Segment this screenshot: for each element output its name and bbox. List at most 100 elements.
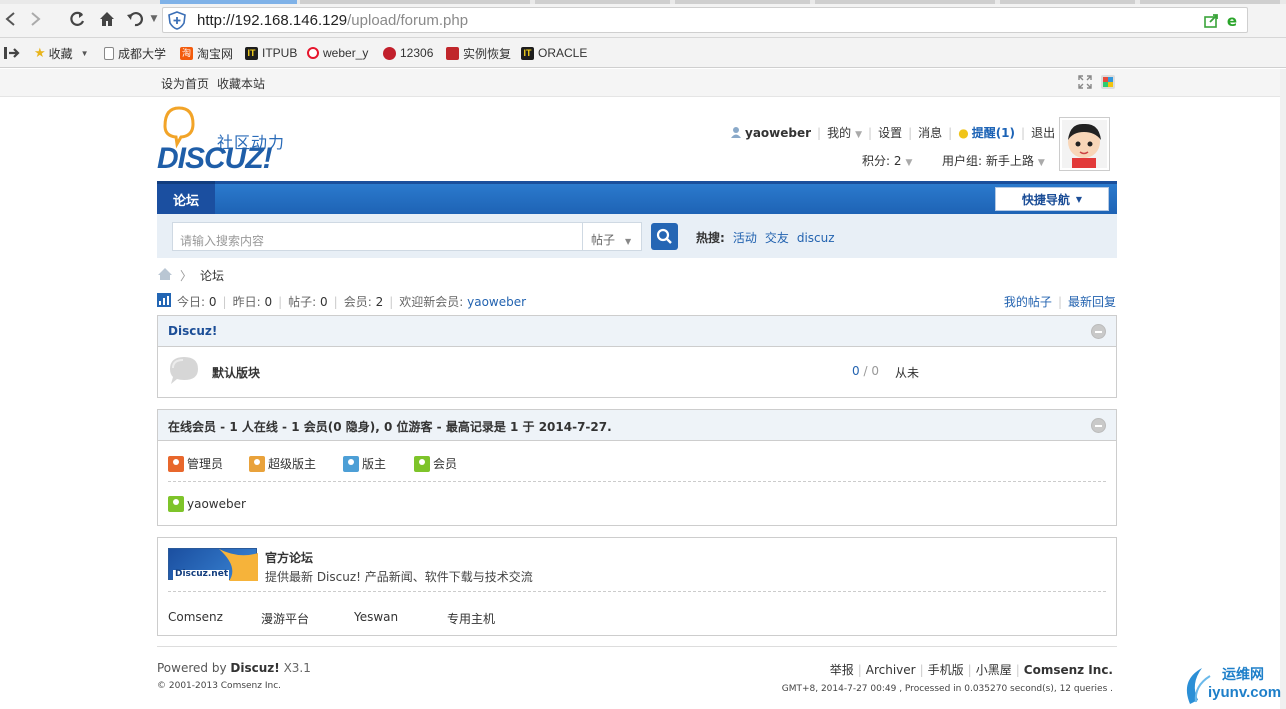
bookmark-weibo[interactable]: weber_y [307, 45, 368, 61]
forum-name-link[interactable]: 默认版块 [212, 364, 260, 381]
user-credits[interactable]: 积分: 2 ▼ [862, 152, 912, 169]
collapse-icon[interactable] [1091, 324, 1106, 339]
online-members-box: 在线会员 - 1 人在线 - 1 会员(0 隐身), 0 位游客 - 最高记录是… [157, 409, 1117, 526]
comsenz-link[interactable]: Comsenz Inc. [1024, 663, 1113, 677]
bookmark-taobao[interactable]: 淘淘宝网 [180, 45, 233, 61]
category-header: Discuz! [158, 316, 1116, 347]
bookmark-site-link[interactable]: 收藏本站 [217, 75, 265, 92]
caret-down-icon: ▼ [1075, 194, 1083, 204]
text-link-yeswan[interactable]: Yeswan [354, 610, 398, 624]
bookmark-favorites[interactable]: ★ 收藏 ▼ [34, 45, 89, 61]
page-top-toolbar: 设为首页 收藏本站 [0, 69, 1286, 97]
stats-yesterday: 0 [264, 294, 273, 309]
home-icon[interactable] [97, 9, 117, 29]
latest-replies-link[interactable]: 最新回复 [1068, 295, 1116, 309]
collapse-icon[interactable] [1091, 418, 1106, 433]
shield-bookmark-icon [446, 46, 459, 60]
bookmark-instance-recovery[interactable]: 实例恢复 [446, 45, 511, 61]
scrollbar[interactable] [1280, 69, 1286, 709]
bookmark-itpub[interactable]: IT ITPUB [245, 45, 297, 61]
set-homepage-link[interactable]: 设为首页 [161, 75, 209, 92]
category-title[interactable]: Discuz! [168, 324, 217, 338]
divider [168, 481, 1106, 482]
active-tab-indicator[interactable] [160, 0, 297, 4]
refresh-icon[interactable] [67, 9, 87, 29]
text-link-manyou[interactable]: 漫游平台 [261, 610, 309, 627]
undo-dropdown-icon[interactable]: ▼ [144, 9, 164, 29]
bookmark-chengdu-university[interactable]: 成都大学 [104, 45, 166, 61]
divider [168, 591, 1106, 592]
discuz-net-banner[interactable]: Discuz.net [168, 548, 258, 581]
copyright: © 2001-2013 Comsenz Inc. [157, 681, 282, 691]
user-group[interactable]: 用户组: 新手上路 ▼ [942, 152, 1045, 169]
my-menu[interactable]: 我的 ▼ [827, 126, 862, 140]
online-title[interactable]: 在线会员 - 1 人在线 - 1 会员(0 隐身), 0 位游客 - 最高记录是… [168, 418, 612, 435]
member-icon [414, 455, 430, 472]
mobile-link[interactable]: 手机版 [928, 663, 964, 677]
search-bar: 请输入搜索内容 帖子 ▼ 热搜: 活动 交友 discuz [157, 214, 1117, 258]
official-forum-link[interactable]: 官方论坛 [265, 549, 313, 566]
my-links: 我的帖子 | 最新回复 [1003, 295, 1116, 309]
online-member-entry[interactable]: yaoweber [168, 496, 246, 512]
hot-term-activity[interactable]: 活动 [733, 231, 757, 245]
share-icon[interactable] [1204, 13, 1219, 31]
stats-members-label: 会员: [343, 295, 372, 309]
forum-last-post: 从未 [895, 366, 920, 380]
sidebar-toggle-icon[interactable] [4, 45, 20, 61]
bookmark-12306[interactable]: 12306 [383, 45, 433, 61]
tab[interactable] [1140, 0, 1280, 4]
admin-user-icon [168, 455, 184, 472]
text-link-dedicated-host[interactable]: 专用主机 [447, 610, 495, 627]
reminders-link[interactable]: 提醒(1) [972, 126, 1015, 140]
tab[interactable] [535, 0, 670, 4]
footer-right: 举报 | Archiver | 手机版 | 小黑屋 | Comsenz Inc. GMT+8, … [782, 661, 1113, 694]
archiver-link[interactable]: Archiver [866, 663, 916, 677]
site-logo[interactable]: 社区动力 DISCUZ! [157, 106, 292, 176]
text-link-comsenz[interactable]: Comsenz [168, 610, 223, 624]
search-input[interactable]: 请输入搜索内容 [172, 222, 584, 251]
messages-link[interactable]: 消息 [918, 126, 942, 140]
hot-term-discuz[interactable]: discuz [797, 231, 835, 245]
legend-admin: 管理员 [168, 455, 223, 472]
fullscreen-icon[interactable] [1078, 75, 1092, 92]
home-breadcrumb-icon[interactable] [157, 267, 173, 284]
hot-term-friends[interactable]: 交友 [765, 231, 789, 245]
blacklist-link[interactable]: 小黑屋 [976, 663, 1012, 677]
bookmark-oracle[interactable]: IT ORACLE [521, 45, 587, 61]
footer-links: 举报 | Archiver | 手机版 | 小黑屋 | Comsenz Inc. [829, 663, 1113, 677]
ie-compat-icon[interactable]: e [1227, 12, 1237, 30]
online-member-link[interactable]: yaoweber [187, 497, 246, 511]
quick-nav-button[interactable]: 快捷导航 ▼ [995, 187, 1109, 211]
tab[interactable] [1000, 0, 1135, 4]
legend-member: 会员 [414, 455, 457, 472]
online-header: 在线会员 - 1 人在线 - 1 会员(0 隐身), 0 位游客 - 最高记录是… [158, 410, 1116, 441]
tab[interactable] [300, 0, 530, 4]
tab-strip [0, 0, 1286, 4]
railway-icon [383, 46, 396, 60]
url-text[interactable]: http://192.168.146.129/upload/forum.php [197, 12, 468, 29]
nav-forum-tab[interactable]: 论坛 [157, 181, 215, 214]
back-icon[interactable] [0, 9, 20, 29]
avatar[interactable] [1059, 117, 1110, 171]
search-type-select[interactable]: 帖子 ▼ [582, 222, 642, 251]
report-link[interactable]: 举报 [830, 663, 854, 677]
my-posts-link[interactable]: 我的帖子 [1004, 295, 1052, 309]
logout-link[interactable]: 退出 [1031, 126, 1055, 140]
undo-icon[interactable] [125, 9, 145, 29]
powered-by: Powered by Discuz! X3.1 [157, 661, 311, 675]
footer-divider [157, 646, 1117, 647]
weibo-icon [307, 47, 319, 59]
tab[interactable] [675, 0, 810, 4]
breadcrumb-current: 论坛 [200, 269, 225, 283]
address-bar[interactable]: http://192.168.146.129/upload/forum.php … [162, 7, 1248, 33]
forward-icon[interactable] [26, 9, 46, 29]
shield-icon [167, 11, 187, 33]
theme-color-icon[interactable] [1101, 75, 1115, 92]
settings-link[interactable]: 设置 [878, 126, 902, 140]
tab[interactable] [815, 0, 995, 4]
friend-links-box: Discuz.net 官方论坛 提供最新 Discuz! 产品新闻、软件下载与技… [157, 537, 1117, 636]
username-link[interactable]: yaoweber [745, 126, 811, 140]
newest-member-link[interactable]: yaoweber [467, 295, 526, 309]
search-button[interactable] [651, 223, 678, 250]
discuz-link[interactable]: Discuz! [230, 661, 279, 675]
